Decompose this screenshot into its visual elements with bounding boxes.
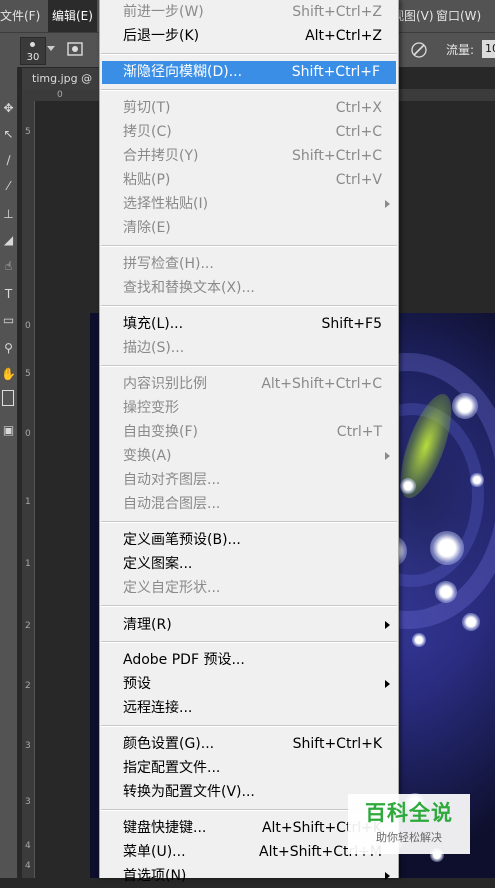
menu-item-define-pattern[interactable]: 定义图案...	[100, 553, 398, 576]
eyedropper-tool-icon[interactable]: ∕	[0, 150, 17, 170]
ruler-tick: 3	[25, 797, 31, 807]
image-light-spot	[435, 581, 457, 603]
menu-item-auto-align-layers[interactable]: 自动对齐图层...	[100, 469, 398, 492]
lasso-tool-icon[interactable]: ↖	[0, 124, 17, 144]
watermark-subtitle: 助你轻松解决	[376, 831, 442, 844]
menu-separator	[101, 725, 397, 727]
ruler-tick: 2	[25, 621, 31, 631]
hand-tool-icon[interactable]: ✋	[0, 364, 17, 384]
menu-item-define-custom-shape[interactable]: 定义自定形状...	[100, 577, 398, 600]
menu-item-cut[interactable]: 剪切(T) Ctrl+X	[100, 97, 398, 120]
menu-item-adobe-pdf-presets[interactable]: Adobe PDF 预设...	[100, 649, 398, 672]
move-tool-icon[interactable]: ✥	[0, 98, 17, 118]
type-tool-icon[interactable]: T	[0, 284, 17, 304]
image-light-spot	[400, 478, 416, 494]
menu-separator	[101, 305, 397, 307]
menu-item-fade-radial-blur[interactable]: 渐隐径向模糊(D)... Shift+Ctrl+F	[102, 61, 396, 84]
menu-separator	[101, 605, 397, 607]
menu-item-content-aware-scale[interactable]: 内容识别比例 Alt+Shift+Ctrl+C	[100, 373, 398, 396]
menu-item-copy[interactable]: 拷贝(C) Ctrl+C	[100, 121, 398, 144]
menu-item-paste-special[interactable]: 选择性粘贴(I)	[100, 193, 398, 216]
menu-item-step-forward[interactable]: 前进一步(W) Shift+Ctrl+Z	[100, 1, 398, 24]
shape-tool-icon[interactable]: ▭	[0, 310, 17, 330]
quick-mask-icon[interactable]	[2, 390, 14, 406]
image-light-spot	[452, 393, 478, 419]
menu-separator	[101, 245, 397, 247]
menu-item-define-brush-preset[interactable]: 定义画笔预设(B)...	[100, 529, 398, 552]
menu-item-assign-profile[interactable]: 指定配置文件...	[100, 757, 398, 780]
ruler-tick: 1	[25, 559, 31, 569]
menu-separator	[101, 365, 397, 367]
menu-window[interactable]: 窗口(W)	[436, 0, 481, 32]
ruler-tick: 0	[25, 321, 31, 331]
menu-separator	[101, 521, 397, 523]
menu-item-copy-merged[interactable]: 合并拷贝(Y) Shift+Ctrl+C	[100, 145, 398, 168]
menu-item-transform[interactable]: 变换(A)	[100, 445, 398, 468]
menu-item-step-backward[interactable]: 后退一步(K) Alt+Ctrl+Z	[100, 25, 398, 48]
submenu-arrow-icon	[385, 200, 390, 208]
submenu-arrow-icon	[385, 452, 390, 460]
menu-item-clear[interactable]: 清除(E)	[100, 217, 398, 240]
submenu-arrow-icon	[385, 680, 390, 688]
flow-input[interactable]: 10	[482, 40, 495, 58]
menu-file[interactable]: 文件(F)	[0, 0, 40, 32]
image-light-spot	[470, 473, 484, 487]
eraser-tool-icon[interactable]: ◢	[0, 230, 17, 250]
menu-item-puppet-warp[interactable]: 操控变形	[100, 397, 398, 420]
ruler-tick: 3	[25, 741, 31, 751]
brush-picker-caret-icon[interactable]	[47, 46, 55, 51]
tools-panel: ✥ ↖ ∕ ⁄ ⊥ ◢ ☝ T ▭ ⚲ ✋ ▣	[0, 67, 18, 878]
menu-item-check-spelling[interactable]: 拼写检查(H)...	[100, 253, 398, 276]
image-light-spot	[462, 613, 480, 631]
screen-mode-icon[interactable]: ▣	[0, 420, 17, 440]
zoom-tool-icon[interactable]: ⚲	[0, 338, 17, 358]
brush-tool-icon[interactable]: ⁄	[0, 176, 17, 196]
menu-item-find-replace-text[interactable]: 查找和替换文本(X)...	[100, 277, 398, 300]
image-light-spot	[430, 531, 464, 565]
brush-tip-icon	[30, 42, 35, 47]
ruler-tick: 2	[25, 681, 31, 691]
menu-item-paste[interactable]: 粘贴(P) Ctrl+V	[100, 169, 398, 192]
menu-item-purge[interactable]: 清理(R)	[100, 614, 398, 637]
ruler-tick: 1	[25, 497, 31, 507]
watermark-logo: 百科全说 助你轻松解决	[348, 794, 470, 854]
ruler-tick: 4	[25, 841, 31, 851]
menu-item-remote-connections[interactable]: 远程连接...	[100, 697, 398, 720]
document-tab[interactable]: timg.jpg @	[22, 68, 99, 89]
menu-edit[interactable]: 编辑(E)	[48, 0, 97, 32]
smudge-tool-icon[interactable]: ☝	[0, 256, 17, 276]
menu-item-presets[interactable]: 预设	[100, 673, 398, 696]
menu-separator	[101, 53, 397, 55]
ruler-tick: 5	[25, 127, 31, 137]
clone-stamp-tool-icon[interactable]: ⊥	[0, 204, 17, 224]
menu-item-free-transform[interactable]: 自由变换(F) Ctrl+T	[100, 421, 398, 444]
ruler-tick: 0	[57, 90, 63, 100]
brush-size-value: 30	[26, 52, 40, 63]
ruler-tick: 4	[25, 861, 31, 871]
submenu-arrow-icon	[385, 621, 390, 629]
image-light-spot	[412, 633, 426, 647]
menu-item-stroke[interactable]: 描边(S)...	[100, 337, 398, 360]
submenu-arrow-icon	[385, 872, 390, 880]
brush-panel-toggle-icon[interactable]	[66, 41, 84, 59]
edit-menu-dropdown: 前进一步(W) Shift+Ctrl+Z 后退一步(K) Alt+Ctrl+Z 渐隐…	[99, 0, 399, 884]
menu-separator	[101, 641, 397, 643]
menu-item-fill[interactable]: 填充(L)... Shift+F5	[100, 313, 398, 336]
ruler-tick: 5	[25, 369, 31, 379]
menu-item-auto-blend-layers[interactable]: 自动混合图层...	[100, 493, 398, 516]
menu-item-color-settings[interactable]: 颜色设置(G)... Shift+Ctrl+K	[100, 733, 398, 756]
ruler-tick: 0	[25, 429, 31, 439]
airbrush-icon[interactable]	[410, 41, 428, 59]
menu-separator	[101, 89, 397, 91]
menu-item-preferences[interactable]: 首选项(N)	[100, 865, 398, 888]
brush-preset-picker[interactable]: 30	[20, 37, 46, 65]
vertical-ruler: 5 0 5 0 1 1 2 2 3 3 4 4	[22, 101, 35, 878]
flow-label: 流量:	[446, 43, 475, 57]
watermark-title: 百科全说	[365, 801, 453, 825]
